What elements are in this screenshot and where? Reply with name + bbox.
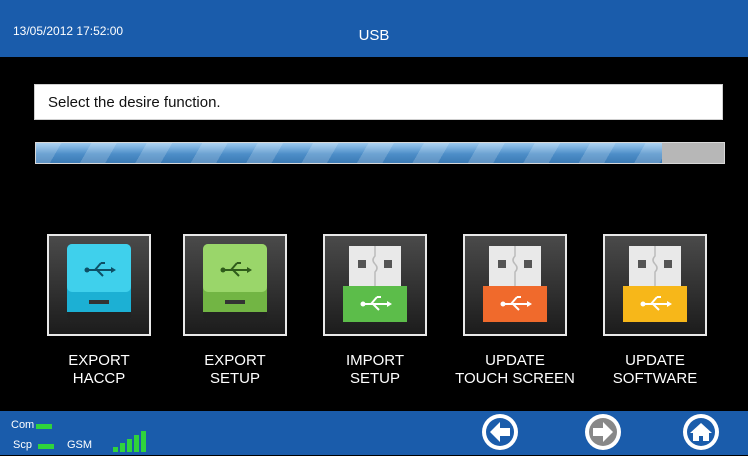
home-button[interactable] [682, 413, 720, 451]
scp-led-indicator [38, 444, 54, 449]
arrow-right-icon [585, 414, 621, 450]
import-setup-button[interactable]: IMPORT SETUP [323, 234, 427, 387]
forward-button[interactable] [584, 413, 622, 451]
export-setup-button[interactable]: EXPORT SETUP [183, 234, 287, 387]
message-box: Select the desire function. [34, 84, 723, 120]
header-bar: 13/05/2012 17:52:00 USB [0, 0, 748, 57]
label-line-1: UPDATE [625, 352, 685, 369]
arrow-left-icon [482, 414, 518, 450]
update-software-button[interactable]: UPDATE SOFTWARE [603, 234, 707, 387]
export-haccp-tile[interactable] [47, 234, 151, 336]
com-label: Com [11, 419, 35, 431]
message-text: Select the desire function. [48, 94, 221, 111]
com-led-indicator [36, 424, 52, 429]
export-setup-tile[interactable] [183, 234, 287, 336]
label-line-2: SOFTWARE [612, 370, 698, 387]
export-haccp-button[interactable]: EXPORT HACCP [47, 234, 151, 387]
home-icon [683, 414, 719, 450]
progress-bar-fill [36, 143, 663, 163]
gsm-label: GSM [67, 439, 93, 451]
usb-stick-orange-icon [483, 246, 547, 322]
usb-stick-yellow-icon [623, 246, 687, 322]
usb-drive-cyan-icon [67, 244, 131, 322]
update-software-tile[interactable] [603, 234, 707, 336]
back-button[interactable] [481, 413, 519, 451]
update-touch-screen-button[interactable]: UPDATE TOUCH SCREEN [455, 234, 575, 387]
signal-strength-icon [113, 431, 146, 452]
update-software-label: UPDATE SOFTWARE [573, 352, 737, 388]
page-title: USB [358, 27, 390, 44]
usb-drive-green-icon [203, 244, 267, 322]
status-bar: Com Scp GSM [0, 411, 748, 455]
import-setup-tile[interactable] [323, 234, 427, 336]
usb-stick-green-icon [343, 246, 407, 322]
scp-label: Scp [13, 439, 32, 451]
progress-bar [35, 142, 725, 164]
update-touch-screen-tile[interactable] [463, 234, 567, 336]
